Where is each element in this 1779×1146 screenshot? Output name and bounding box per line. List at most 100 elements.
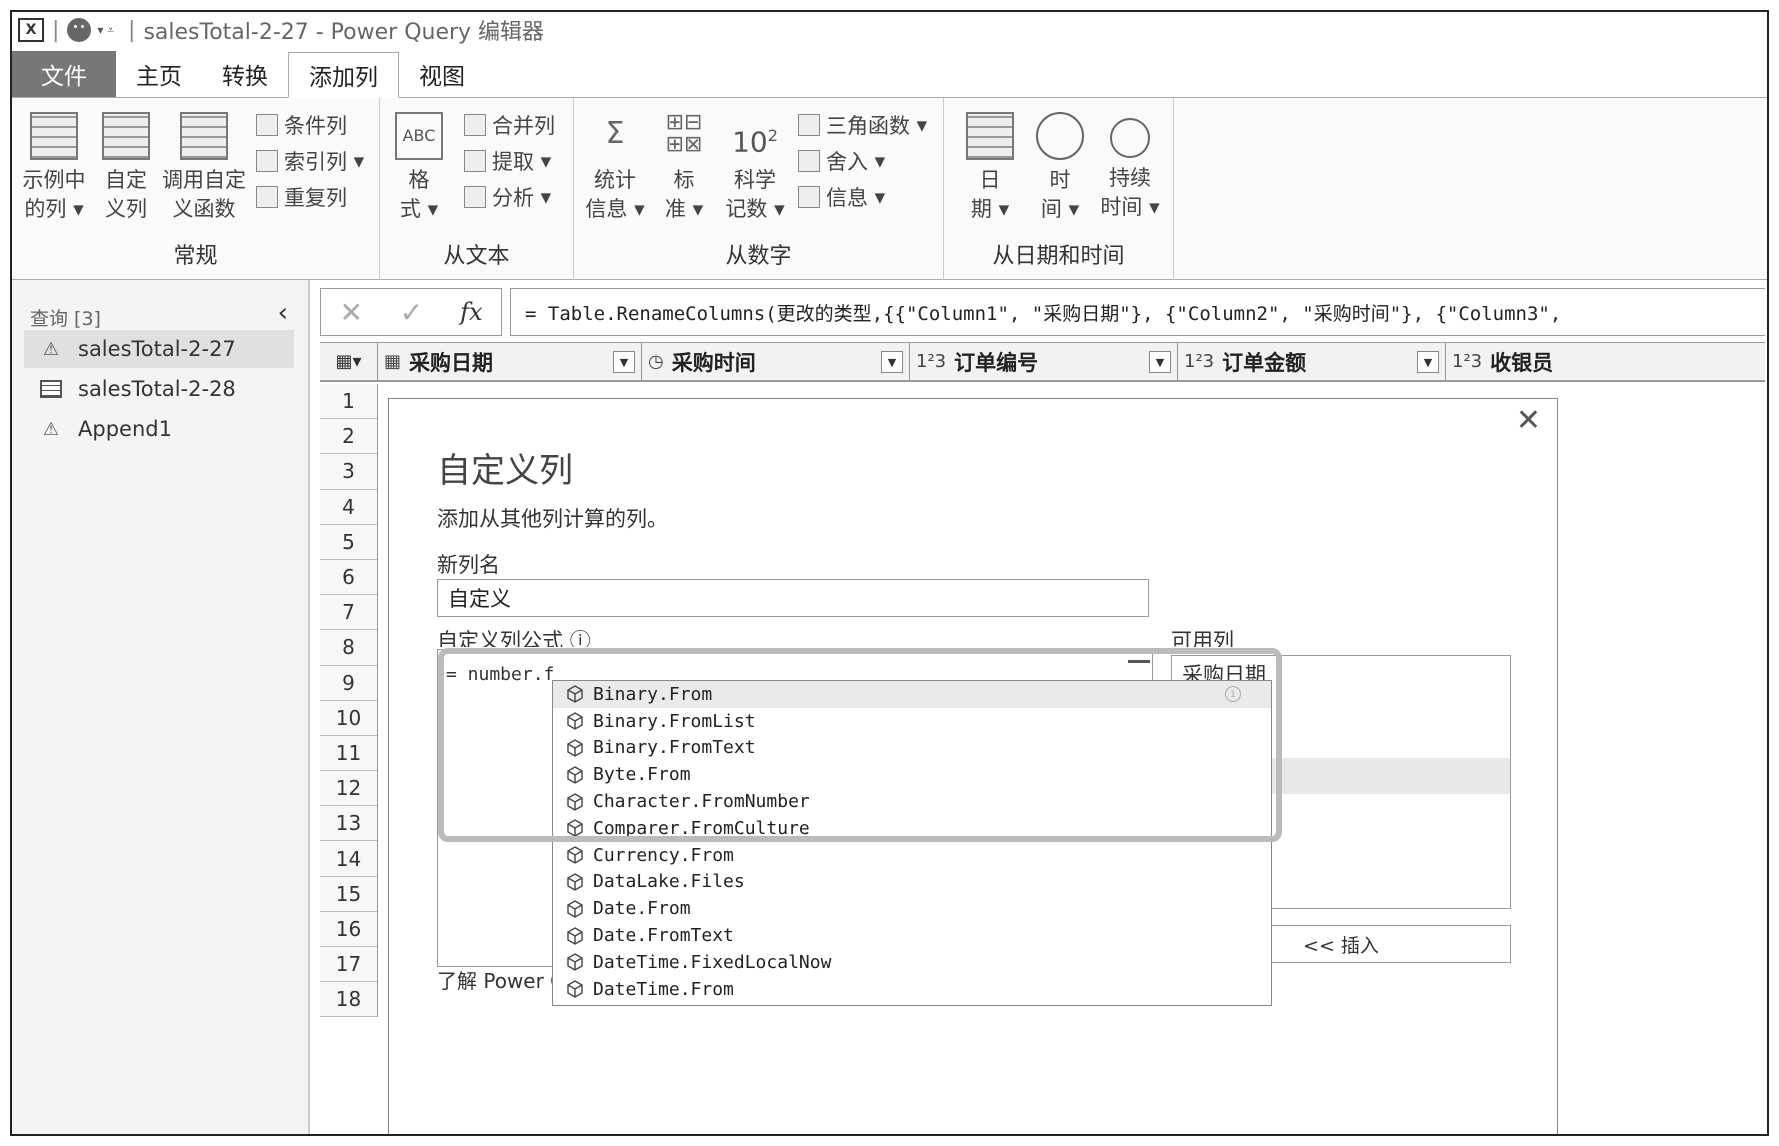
autocomplete-item-label: Currency.From	[593, 844, 734, 866]
query-item[interactable]: salesTotal-2-28	[24, 370, 294, 408]
autocomplete-item[interactable]: Currency.From	[553, 842, 1271, 869]
autocomplete-item[interactable]: DataLake.Files	[553, 869, 1271, 896]
function-cube-icon	[565, 979, 585, 999]
power-icon: 102	[732, 125, 778, 159]
available-columns-label: 可用列	[1171, 629, 1234, 647]
tab-file[interactable]: 文件	[12, 51, 116, 97]
confirm-formula-icon[interactable]: ✓	[400, 296, 423, 329]
sigma-icon: Σ	[605, 116, 625, 151]
info-icon[interactable]: i	[1225, 686, 1241, 702]
parse-icon	[464, 186, 486, 208]
row-number[interactable]: 6	[320, 559, 377, 596]
tab-view[interactable]: 视图	[399, 51, 485, 97]
conditional-column-button[interactable]: 条件列	[256, 110, 347, 140]
autocomplete-item-label: Binary.FromList	[593, 710, 756, 732]
extract-button[interactable]: 提取 ▾	[464, 146, 551, 176]
row-number[interactable]: 5	[320, 524, 377, 560]
new-column-name-input[interactable]: 自定义	[437, 579, 1149, 617]
function-cube-icon	[565, 926, 585, 946]
function-cube-icon	[565, 845, 585, 865]
query-item[interactable]: ⚠ Append1	[24, 410, 294, 448]
row-number[interactable]: 10	[320, 700, 377, 736]
merge-columns-button[interactable]: 合并列	[464, 110, 555, 140]
autocomplete-item[interactable]: Binary.FromText	[553, 735, 1271, 762]
custom-column-button[interactable]: 自定 义列	[96, 112, 156, 224]
autocomplete-item[interactable]: Character.FromNumber	[553, 788, 1271, 815]
information-button[interactable]: 信息 ▾	[798, 182, 885, 212]
duplicate-column-button[interactable]: 重复列	[256, 182, 347, 212]
scientific-button[interactable]: 102 科学 记数 ▾	[720, 112, 790, 224]
row-number[interactable]: 12	[320, 771, 377, 807]
collapse-pane-icon[interactable]: ‹	[278, 298, 288, 328]
dialog-subtitle: 添加从其他列计算的列。	[437, 507, 668, 531]
column-header[interactable]: ◷ 采购时间 ▼	[642, 343, 910, 380]
row-number[interactable]: 4	[320, 489, 377, 525]
parse-button[interactable]: 分析 ▾	[464, 182, 551, 212]
filter-dropdown-icon[interactable]: ▼	[1417, 351, 1439, 373]
conditional-column-icon	[256, 114, 278, 136]
power-query-window: X | ▾ ⩡ | salesTotal-2-27 - Power Query …	[10, 10, 1769, 1136]
column-header[interactable]: 1²3 收银员	[1446, 343, 1566, 380]
cancel-formula-icon[interactable]: ✕	[339, 296, 362, 329]
tab-add-column[interactable]: 添加列	[288, 52, 399, 98]
table-menu-icon[interactable]: ▦▾	[320, 343, 378, 380]
column-from-examples-button[interactable]: 示例中 的列 ▾	[20, 112, 88, 224]
grid-header: ▦▾ ▦ 采购日期 ▼ ◷ 采购时间 ▼ 1²3 订单编号 ▼ 1²3 订单金额 ▼ 1²3 收银…	[320, 342, 1765, 382]
row-number[interactable]: 16	[320, 911, 377, 947]
row-number[interactable]: 15	[320, 876, 377, 912]
merge-columns-icon	[464, 114, 486, 136]
autocomplete-item[interactable]: Comparer.FromCulture	[553, 815, 1271, 842]
trigonometry-button[interactable]: 三角函数 ▾	[798, 110, 927, 140]
number-type-icon: 1²3	[916, 351, 947, 372]
filter-dropdown-icon[interactable]: ▼	[1149, 351, 1171, 373]
duration-button[interactable]: 持续 时间 ▾	[1094, 112, 1166, 222]
invoke-custom-function-button[interactable]: 调用自定 义函数	[160, 112, 248, 224]
index-column-icon	[256, 150, 278, 172]
tab-home[interactable]: 主页	[116, 51, 202, 97]
feedback-smiley-icon[interactable]	[67, 18, 92, 42]
row-number[interactable]: 18	[320, 982, 377, 1018]
row-number[interactable]: 3	[320, 454, 377, 490]
row-number[interactable]: 7	[320, 595, 377, 631]
index-column-button[interactable]: 索引列 ▾	[256, 146, 364, 176]
row-number[interactable]: 2	[320, 419, 377, 455]
row-number[interactable]: 14	[320, 841, 377, 877]
date-button[interactable]: 日 期 ▾	[960, 112, 1020, 224]
formula-input[interactable]: = Table.RenameColumns(更改的类型,{{"Column1",…	[510, 288, 1765, 336]
learn-more-link[interactable]: 了解 Power Q	[437, 965, 566, 994]
close-icon[interactable]: ✕	[1516, 403, 1541, 438]
statistics-button[interactable]: Σ 统计 信息 ▾	[584, 112, 646, 224]
format-button[interactable]: ABC 格 式 ▾	[392, 112, 446, 224]
autocomplete-item[interactable]: DateTime.FixedLocalNow	[553, 949, 1271, 976]
function-cube-icon	[565, 818, 585, 838]
column-header[interactable]: ▦ 采购日期 ▼	[378, 343, 642, 380]
row-number[interactable]: 9	[320, 665, 377, 701]
standard-button[interactable]: ⊞⊟ ⊞⊠ 标 准 ▾	[656, 112, 712, 224]
autocomplete-item[interactable]: Byte.From	[553, 761, 1271, 788]
row-number[interactable]: 11	[320, 735, 377, 772]
time-type-icon: ◷	[648, 351, 664, 372]
rounding-button[interactable]: 舍入 ▾	[798, 146, 885, 176]
editor-scroll-icon	[1128, 660, 1150, 682]
autocomplete-item-label: Date.From	[593, 898, 691, 920]
row-number[interactable]: 13	[320, 806, 377, 842]
column-header[interactable]: 1²3 订单金额 ▼	[1178, 343, 1446, 380]
autocomplete-item[interactable]: Date.From	[553, 895, 1271, 922]
autocomplete-item-label: DateTime.FixedLocalNow	[593, 951, 832, 973]
row-number[interactable]: 17	[320, 947, 377, 983]
row-number[interactable]: 1	[320, 384, 377, 420]
queries-pane: 查询 [3] ‹ ⚠ salesTotal-2-27 salesTotal-2-28…	[12, 280, 310, 1134]
time-button[interactable]: 时 间 ▾	[1030, 112, 1090, 224]
filter-dropdown-icon[interactable]: ▼	[881, 351, 903, 373]
autocomplete-item[interactable]: Binary.From i	[553, 681, 1271, 708]
query-item[interactable]: ⚠ salesTotal-2-27	[24, 330, 294, 368]
row-number[interactable]: 8	[320, 630, 377, 666]
fx-icon[interactable]: fx	[460, 298, 482, 326]
autocomplete-item[interactable]: Date.FromText	[553, 922, 1271, 949]
column-header[interactable]: 1²3 订单编号 ▼	[910, 343, 1178, 380]
autocomplete-item[interactable]: DateTime.From	[553, 976, 1271, 1003]
tab-transform[interactable]: 转换	[202, 51, 288, 97]
qat-dropdown-icon[interactable]: ▾ ⩡	[97, 23, 114, 38]
filter-dropdown-icon[interactable]: ▼	[613, 351, 635, 373]
autocomplete-item[interactable]: Binary.FromList	[553, 708, 1271, 735]
